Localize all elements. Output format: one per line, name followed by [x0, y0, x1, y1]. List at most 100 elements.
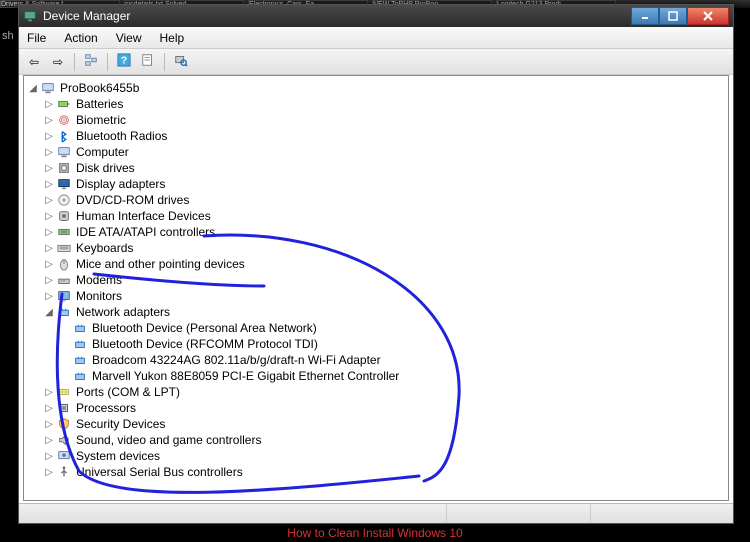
tree-category-label: Human Interface Devices [76, 209, 211, 223]
expander-icon[interactable]: ▷ [44, 435, 54, 445]
device-manager-window: Device Manager File Action View Help ⇦ ⇨… [18, 4, 734, 524]
network-icon [72, 368, 88, 384]
biometric-icon [56, 112, 72, 128]
help-button[interactable]: ? [113, 52, 135, 72]
menubar: File Action View Help [19, 27, 733, 49]
tree-device-label: Broadcom 43224AG 802.11a/b/g/draft-n Wi-… [92, 353, 381, 367]
menu-file[interactable]: File [27, 31, 46, 45]
expander-icon[interactable]: ▷ [44, 259, 54, 269]
tree-device[interactable]: Bluetooth Device (RFCOMM Protocol TDI) [28, 336, 728, 352]
tree-category[interactable]: ▷ Universal Serial Bus controllers [28, 464, 728, 480]
tree-category[interactable]: ▷ Human Interface Devices [28, 208, 728, 224]
minimize-button[interactable] [631, 7, 659, 25]
expander-icon[interactable]: ▷ [44, 227, 54, 237]
tree-root[interactable]: ◢ProBook6455b [28, 80, 728, 96]
expander-icon[interactable]: ▷ [44, 291, 54, 301]
app-icon [23, 9, 37, 23]
tree-category[interactable]: ▷ IDE ATA/ATAPI controllers [28, 224, 728, 240]
expander-icon[interactable]: ◢ [44, 307, 54, 317]
tree-category-label: Bluetooth Radios [76, 129, 167, 143]
port-icon [56, 384, 72, 400]
scan-hardware-button[interactable] [170, 52, 192, 72]
mouse-icon [56, 256, 72, 272]
status-cell [19, 504, 446, 523]
tree-category-label: Ports (COM & LPT) [76, 385, 180, 399]
tree-category[interactable]: ▷ Sound, video and game controllers [28, 432, 728, 448]
tree-category[interactable]: ▷Security Devices [28, 416, 728, 432]
expander-icon[interactable]: ▷ [44, 147, 54, 157]
tree-category[interactable]: ▷Modems [28, 272, 728, 288]
tree-device-label: Marvell Yukon 88E8059 PCI-E Gigabit Ethe… [92, 369, 399, 383]
expander-icon[interactable]: ▷ [44, 467, 54, 477]
tree-category-label: Biometric [76, 113, 126, 127]
tree-device[interactable]: Bluetooth Device (Personal Area Network) [28, 320, 728, 336]
tree-icon [84, 53, 98, 70]
menu-help[interactable]: Help [160, 31, 185, 45]
tree-category-label: IDE ATA/ATAPI controllers [76, 225, 215, 239]
show-hide-tree-button[interactable] [80, 52, 102, 72]
expander-icon[interactable]: ▷ [44, 179, 54, 189]
titlebar[interactable]: Device Manager [19, 5, 733, 27]
expander-icon[interactable]: ▷ [44, 243, 54, 253]
tree-category-label: Processors [76, 401, 136, 415]
expander-icon[interactable]: ▷ [44, 115, 54, 125]
separator [164, 53, 165, 71]
toolbar: ⇦ ⇨ ? [19, 49, 733, 75]
expander-icon[interactable]: ▷ [44, 387, 54, 397]
tree-category[interactable]: ▷ Bluetooth Radios [28, 128, 728, 144]
separator [74, 53, 75, 71]
expander-icon[interactable]: ▷ [44, 195, 54, 205]
properties-button[interactable] [137, 52, 159, 72]
network-icon [72, 320, 88, 336]
tree-category[interactable]: ▷Mice and other pointing devices [28, 256, 728, 272]
hid-icon [56, 208, 72, 224]
network-icon [72, 336, 88, 352]
expander-icon[interactable]: ▷ [44, 419, 54, 429]
tree-category-label: Universal Serial Bus controllers [76, 465, 243, 479]
tree-category[interactable]: ▷Monitors [28, 288, 728, 304]
expander-icon[interactable]: ◢ [28, 83, 38, 93]
tree-category-label: Sound, video and game controllers [76, 433, 261, 447]
tree-category[interactable]: ◢Network adapters [28, 304, 728, 320]
sound-icon [56, 432, 72, 448]
expander-icon[interactable]: ▷ [44, 403, 54, 413]
computer-icon [56, 144, 72, 160]
tree-category[interactable]: ▷ Biometric [28, 112, 728, 128]
disk-icon [56, 160, 72, 176]
tree-device[interactable]: Marvell Yukon 88E8059 PCI-E Gigabit Ethe… [28, 368, 728, 384]
tree-category[interactable]: ▷Batteries [28, 96, 728, 112]
tree-category[interactable]: ▷DVD/CD-ROM drives [28, 192, 728, 208]
ide-icon [56, 224, 72, 240]
expander-icon[interactable]: ▷ [44, 451, 54, 461]
cpu-icon [56, 400, 72, 416]
security-icon [56, 416, 72, 432]
tree-category[interactable]: ▷Disk drives [28, 160, 728, 176]
expander-icon[interactable]: ▷ [44, 275, 54, 285]
tree-device-label: Bluetooth Device (Personal Area Network) [92, 321, 317, 335]
tree-category[interactable]: ▷ Keyboards [28, 240, 728, 256]
tree-content[interactable]: ◢ProBook6455b▷Batteries▷Biometric▷Blueto… [23, 75, 729, 501]
close-button[interactable] [687, 7, 729, 25]
tree-category-label: Keyboards [76, 241, 133, 255]
tree-category[interactable]: ▷Display adapters [28, 176, 728, 192]
backdrop-link[interactable]: How to Clean Install Windows 10 [287, 526, 462, 540]
menu-action[interactable]: Action [64, 31, 97, 45]
tree-device[interactable]: Broadcom 43224AG 802.11a/b/g/draft-n Wi-… [28, 352, 728, 368]
maximize-button[interactable] [659, 7, 687, 25]
keyboard-icon [56, 240, 72, 256]
back-button[interactable]: ⇦ [23, 52, 45, 72]
scan-icon [174, 53, 188, 70]
tree-category[interactable]: ▷System devices [28, 448, 728, 464]
forward-button[interactable]: ⇨ [47, 52, 69, 72]
arrow-right-icon: ⇨ [53, 55, 63, 69]
expander-icon[interactable]: ▷ [44, 211, 54, 221]
expander-icon[interactable]: ▷ [44, 163, 54, 173]
tree-category[interactable]: ▷Computer [28, 144, 728, 160]
tree-category[interactable]: ▷ Processors [28, 400, 728, 416]
menu-view[interactable]: View [116, 31, 142, 45]
tree-device-label: Bluetooth Device (RFCOMM Protocol TDI) [92, 337, 318, 351]
expander-icon[interactable]: ▷ [44, 131, 54, 141]
svg-text:?: ? [121, 55, 127, 67]
tree-category[interactable]: ▷ Ports (COM & LPT) [28, 384, 728, 400]
expander-icon[interactable]: ▷ [44, 99, 54, 109]
